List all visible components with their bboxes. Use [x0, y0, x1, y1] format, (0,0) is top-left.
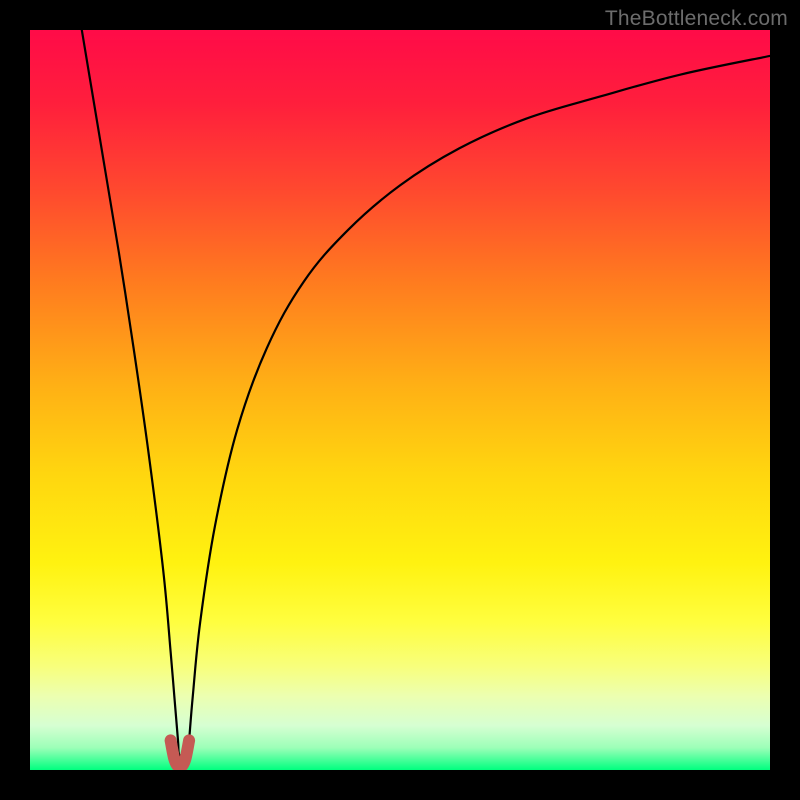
watermark-text: TheBottleneck.com — [605, 7, 788, 31]
curve-layer — [30, 30, 770, 770]
bottleneck-curve — [82, 30, 770, 757]
chart-frame: TheBottleneck.com — [0, 0, 800, 800]
plot-area — [30, 30, 770, 770]
